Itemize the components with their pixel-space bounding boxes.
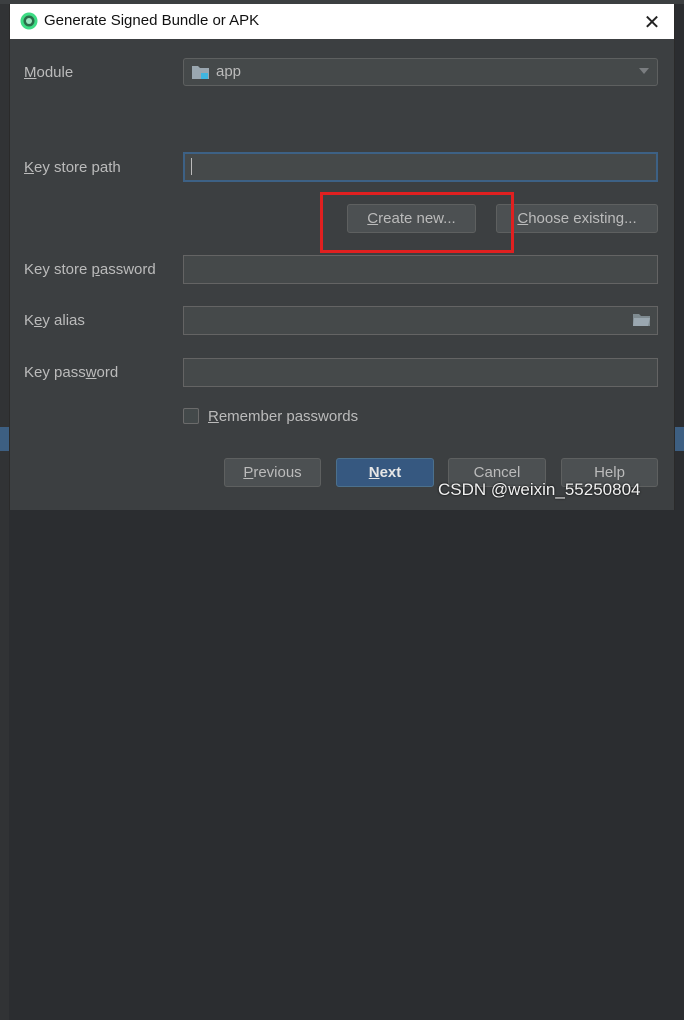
android-studio-icon xyxy=(20,12,38,30)
key-store-path-input[interactable] xyxy=(183,152,658,182)
key-store-password-label: Key store password xyxy=(24,261,156,278)
ide-selection-left xyxy=(0,427,9,451)
remember-passwords-checkbox[interactable] xyxy=(183,408,199,424)
watermark: CSDN @weixin_55250804 xyxy=(438,480,641,499)
previous-button[interactable]: Previous xyxy=(224,458,321,487)
choose-existing-button[interactable]: Choose existing... xyxy=(496,204,658,233)
key-alias-label: Key alias xyxy=(24,312,85,329)
dialog-title: Generate Signed Bundle or APK xyxy=(44,12,260,29)
ide-background-right xyxy=(0,510,9,1020)
key-password-label: Key password xyxy=(24,364,119,381)
key-store-password-input[interactable] xyxy=(183,255,658,284)
ide-selection-right xyxy=(675,427,684,451)
module-select[interactable]: app xyxy=(183,58,658,86)
create-new-button[interactable]: Create new... xyxy=(347,204,476,233)
key-password-input[interactable] xyxy=(183,358,658,387)
module-label: Module xyxy=(24,64,74,81)
title-bar[interactable]: Generate Signed Bundle or APK ✕ xyxy=(10,4,674,39)
module-value: app xyxy=(216,63,242,80)
module-folder-icon xyxy=(192,66,209,79)
chevron-down-icon[interactable] xyxy=(639,68,649,74)
remember-passwords-label[interactable]: Remember passwords xyxy=(208,408,358,425)
key-store-path-label: Key store path xyxy=(24,159,121,176)
text-caret xyxy=(191,158,192,175)
key-alias-input[interactable] xyxy=(183,306,658,335)
generate-signed-dialog: Generate Signed Bundle or APK ✕ Module a… xyxy=(9,4,675,510)
folder-icon[interactable] xyxy=(633,313,651,327)
next-button[interactable]: Next xyxy=(336,458,434,487)
close-button[interactable]: ✕ xyxy=(638,8,666,36)
